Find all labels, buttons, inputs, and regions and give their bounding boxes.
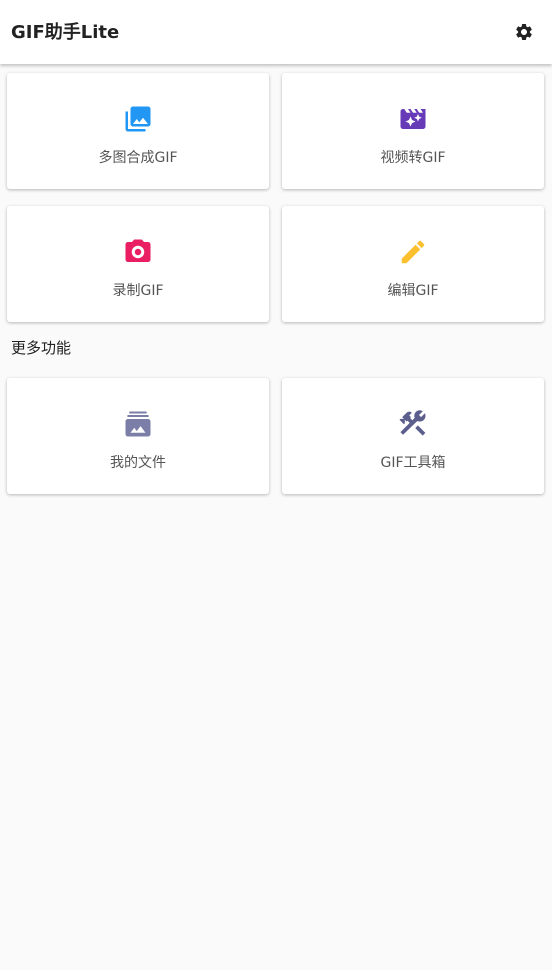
gear-icon[interactable]: [514, 22, 534, 42]
movie-filter-icon: [400, 109, 426, 129]
camera-icon: [125, 239, 151, 262]
section-title-more-features: 更多功能: [11, 339, 72, 357]
card-label: 多图合成GIF: [98, 150, 178, 166]
settings-button[interactable]: [512, 20, 536, 44]
tools-icon: [399, 410, 426, 436]
card-gif-toolbox[interactable]: GIF工具箱: [282, 378, 544, 494]
card-record-gif[interactable]: 录制GIF: [7, 206, 269, 322]
card-label: 视频转GIF: [380, 150, 446, 166]
card-label: GIF工具箱: [380, 455, 446, 471]
app-title: GIF助手Lite: [11, 22, 120, 43]
card-video-to-gif[interactable]: 视频转GIF: [282, 73, 544, 189]
pencil-icon: [401, 240, 425, 264]
app-bar: GIF助手Lite: [0, 0, 552, 64]
card-label: 我的文件: [110, 455, 166, 471]
photo-album-icon: [125, 411, 151, 437]
card-images-to-gif[interactable]: 多图合成GIF: [7, 73, 269, 189]
card-edit-gif[interactable]: 编辑GIF: [282, 206, 544, 322]
card-my-files[interactable]: 我的文件: [7, 378, 269, 494]
card-label: 录制GIF: [112, 283, 164, 299]
card-label: 编辑GIF: [387, 283, 439, 299]
photo-library-icon: [125, 106, 151, 132]
